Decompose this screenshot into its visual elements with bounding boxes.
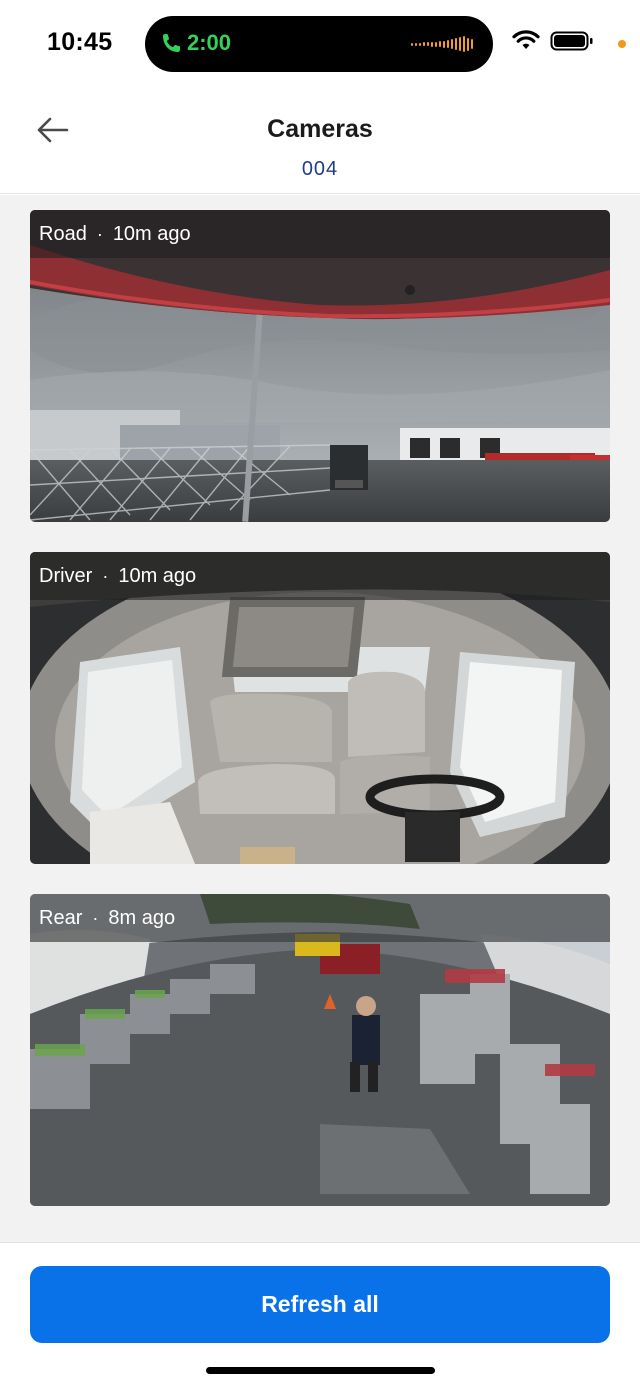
status-bar: 10:45 2:00 <box>0 0 640 88</box>
call-indicator: 2:00 <box>161 30 231 56</box>
home-indicator[interactable] <box>206 1367 435 1374</box>
battery-icon <box>550 31 593 51</box>
camera-label-road: Road · 10m ago <box>30 210 610 258</box>
phone-icon <box>163 34 180 52</box>
camera-age: 8m ago <box>108 906 176 929</box>
camera-name: Rear <box>39 906 83 929</box>
camera-card-rear[interactable]: Rear · 8m ago <box>30 894 610 1206</box>
camera-card-driver[interactable]: Driver · 10m ago <box>30 552 610 864</box>
audio-wave-icon <box>411 36 473 52</box>
camera-age: 10m ago <box>118 564 197 587</box>
refresh-all-button[interactable]: Refresh all <box>30 1266 610 1343</box>
privacy-dot-icon <box>618 40 626 48</box>
separator-dot: · <box>102 565 109 586</box>
camera-label-driver: Driver · 10m ago <box>30 552 610 600</box>
camera-label-rear: Rear · 8m ago <box>30 894 610 942</box>
system-icons <box>512 30 594 52</box>
camera-list: Road · 10m ago Driver · 10m ago Rear · 8… <box>0 195 640 1242</box>
footer: Refresh all <box>0 1242 640 1387</box>
status-time: 10:45 <box>47 28 113 56</box>
camera-name: Road <box>39 222 87 245</box>
separator-dot: · <box>92 907 99 928</box>
camera-name: Driver <box>39 564 93 587</box>
vehicle-id: 004 <box>301 158 339 180</box>
wifi-icon <box>512 30 540 49</box>
nav-header: Cameras 004 <box>0 88 640 194</box>
camera-age: 10m ago <box>112 222 191 245</box>
separator-dot: · <box>96 223 103 244</box>
camera-card-road[interactable]: Road · 10m ago <box>30 210 610 522</box>
dynamic-island-call[interactable]: 2:00 <box>145 16 493 72</box>
page-title: Cameras <box>267 115 373 143</box>
call-duration: 2:00 <box>187 30 232 55</box>
